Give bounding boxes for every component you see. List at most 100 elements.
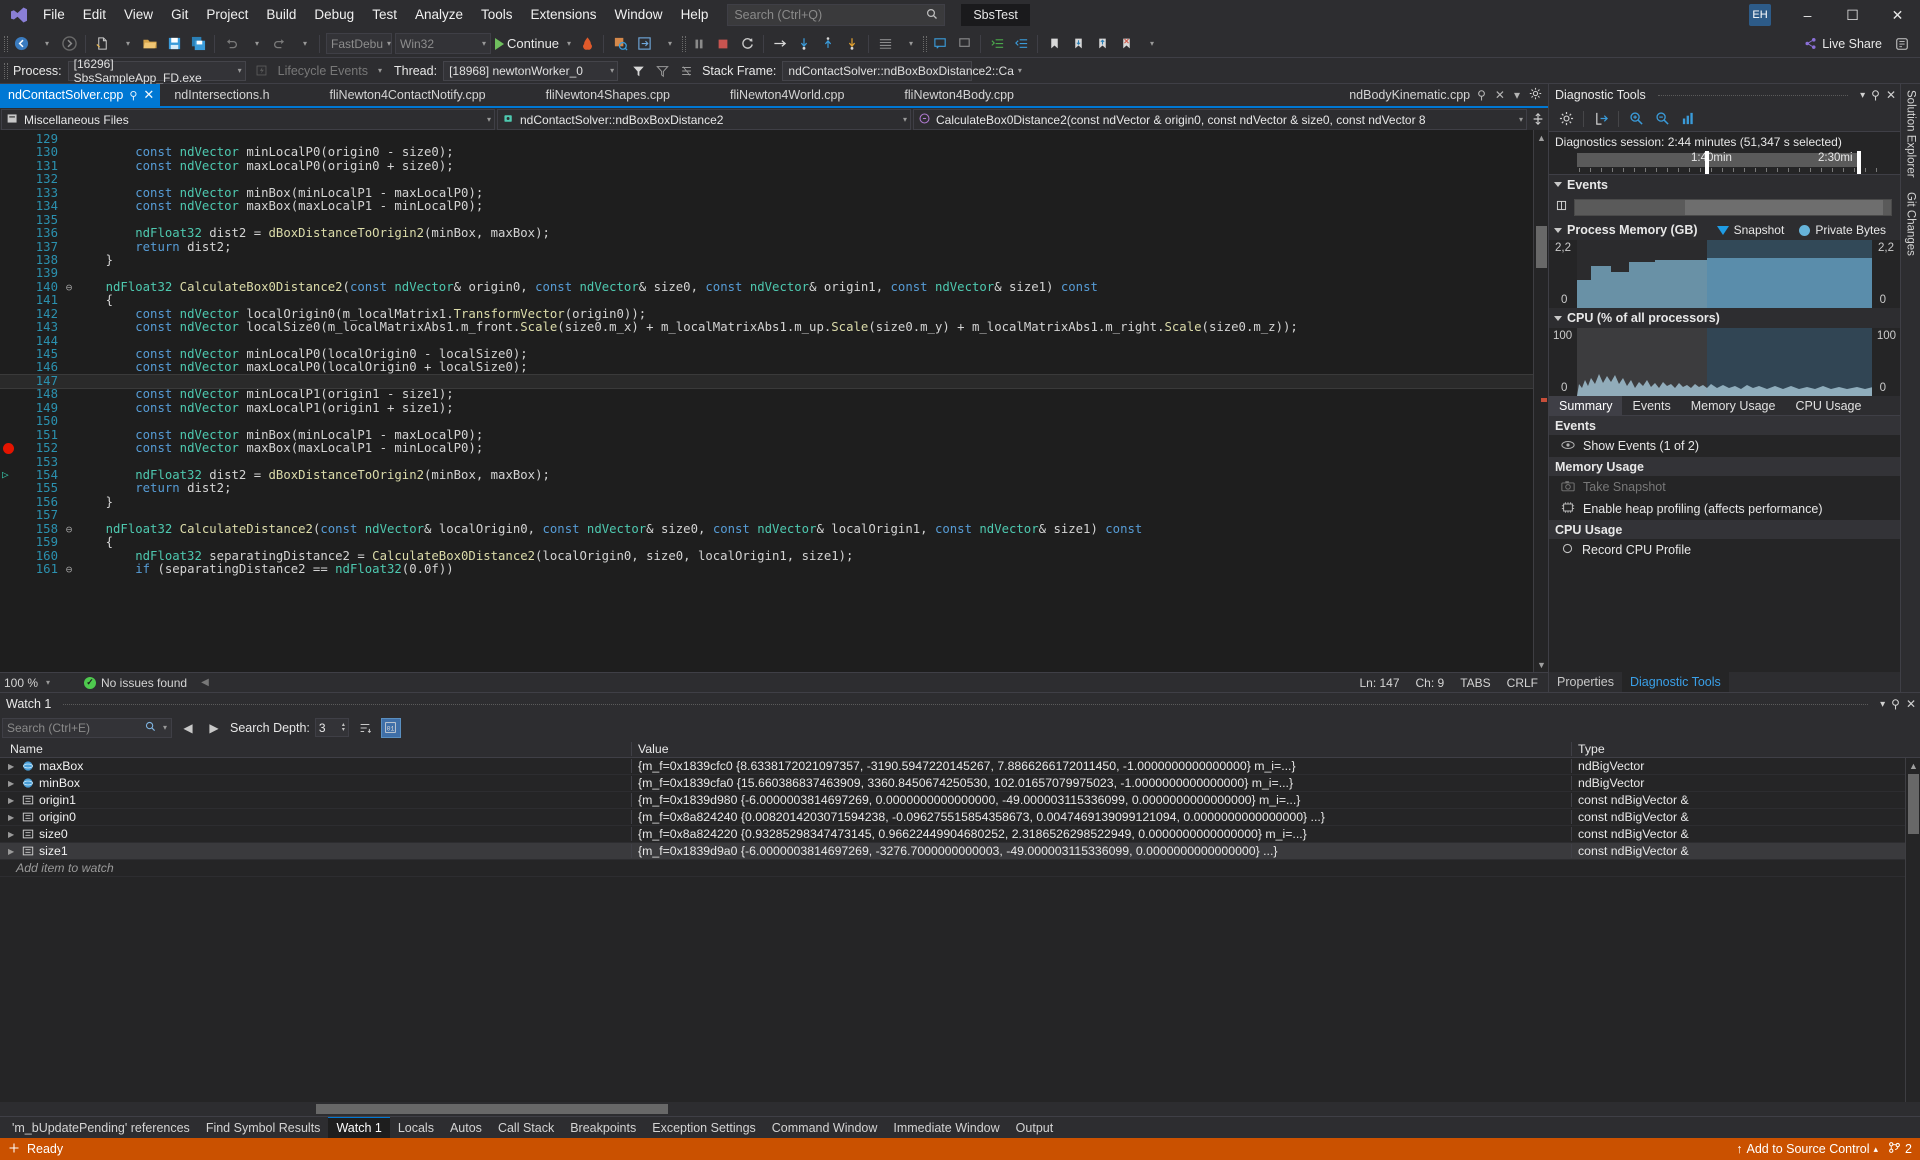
vtab-git-changes[interactable]: Git Changes bbox=[1905, 192, 1917, 256]
process-combo[interactable]: [16296] SbsSampleApp_FD.exe ▾ bbox=[67, 57, 246, 85]
toolbar-grip[interactable] bbox=[2, 34, 9, 54]
scrollbar-thumb[interactable] bbox=[1536, 226, 1547, 268]
navigate-forward-icon[interactable] bbox=[57, 32, 81, 56]
menu-item-edit[interactable]: Edit bbox=[74, 3, 115, 27]
fold-marker[interactable] bbox=[62, 442, 76, 455]
solution-platform-combo[interactable]: Win32 ▾ bbox=[395, 33, 491, 54]
continue-button[interactable]: Continue ▾ bbox=[491, 32, 575, 56]
search-previous-icon[interactable]: ◀ bbox=[178, 718, 198, 738]
code-line[interactable]: 138 } bbox=[0, 253, 1533, 267]
comment-selection-icon[interactable] bbox=[928, 32, 952, 56]
tab-flinewton4shapes-cpp[interactable]: fliNewton4Shapes.cpp bbox=[515, 84, 701, 106]
save-all-icon[interactable] bbox=[186, 32, 210, 56]
redo-dropdown-icon[interactable]: ▾ bbox=[291, 32, 315, 56]
tab-label-ndbodykinematic-cpp[interactable]: ndBodyKinematic.cpp bbox=[1349, 88, 1470, 102]
bottom-tab-find-symbol-results[interactable]: Find Symbol Results bbox=[198, 1117, 329, 1139]
code-line[interactable]: 159 { bbox=[0, 535, 1533, 549]
fold-marker[interactable] bbox=[62, 294, 76, 307]
footer-tab-diagnostic-tools[interactable]: Diagnostic Tools bbox=[1621, 672, 1729, 692]
code-line[interactable]: 161 ⊖ if (separatingDistance2 == ndFloat3… bbox=[0, 562, 1533, 576]
fold-marker[interactable] bbox=[62, 469, 76, 482]
line-numbers-icon[interactable] bbox=[873, 32, 897, 56]
summary-item-record-cpu-profile[interactable]: Record CPU Profile bbox=[1549, 539, 1900, 561]
table-row[interactable]: ▶ origin1 {m_f=0x1839d980 {-6.000000381469… bbox=[0, 792, 1905, 809]
sort-columns-icon[interactable] bbox=[355, 718, 375, 738]
zoom-in-icon[interactable] bbox=[1624, 108, 1648, 130]
code-line[interactable]: 146 const ndVector maxLocalP0(localOrigi… bbox=[0, 360, 1533, 374]
save-icon[interactable] bbox=[162, 32, 186, 56]
menu-item-analyze[interactable]: Analyze bbox=[406, 3, 472, 27]
fold-marker[interactable] bbox=[62, 375, 76, 388]
menu-item-help[interactable]: Help bbox=[672, 3, 718, 27]
diagnostics-memory-section-header[interactable]: Process Memory (GB) Snapshot Private Byt… bbox=[1549, 220, 1900, 240]
clear-bookmarks-icon[interactable] bbox=[1114, 32, 1138, 56]
toggle-bookmark-icon[interactable] bbox=[1042, 32, 1066, 56]
add-watch-item-row[interactable]: Add item to watch bbox=[0, 860, 1905, 877]
bottom-tab-output[interactable]: Output bbox=[1008, 1117, 1062, 1139]
debugbar-grip[interactable] bbox=[2, 61, 9, 81]
breakpoint-gutter[interactable] bbox=[0, 550, 22, 563]
step-out-icon[interactable] bbox=[816, 32, 840, 56]
thread-combo[interactable]: [18968] newtonWorker_0 ▾ bbox=[443, 60, 619, 81]
watch-name-cell[interactable]: ▶ size0 bbox=[0, 827, 632, 841]
breakpoint-gutter[interactable] bbox=[0, 456, 22, 469]
breakpoint-gutter[interactable] bbox=[0, 335, 22, 348]
pin-icon[interactable]: ⚲ bbox=[1871, 88, 1880, 102]
zoom-level-combo[interactable]: 100 % ▾ bbox=[4, 676, 74, 690]
diagnostics-cpu-section-header[interactable]: CPU (% of all processors) bbox=[1549, 308, 1900, 328]
column-header-value[interactable]: Value bbox=[632, 741, 1572, 756]
code-line[interactable]: 157 bbox=[0, 508, 1533, 522]
close-icon[interactable]: ✕ bbox=[1886, 88, 1896, 102]
menu-item-debug[interactable]: Debug bbox=[305, 3, 363, 27]
tab-flinewton4world-cpp[interactable]: fliNewton4World.cpp bbox=[700, 84, 875, 106]
breakpoint-gutter[interactable] bbox=[0, 321, 22, 334]
expander-triangle-icon[interactable]: ▶ bbox=[8, 779, 16, 788]
live-share-button[interactable]: Live Share bbox=[1796, 32, 1890, 56]
code-line[interactable]: 142 const ndVector localOrigin0(m_localM… bbox=[0, 307, 1533, 321]
code-line[interactable]: 147 bbox=[0, 373, 1533, 390]
code-line[interactable]: 132 bbox=[0, 172, 1533, 186]
events-track[interactable] bbox=[1574, 198, 1892, 216]
expander-triangle-icon[interactable]: ▶ bbox=[8, 847, 16, 856]
fold-marker[interactable]: ⊖ bbox=[62, 523, 76, 536]
watch-value-cell[interactable]: {m_f=0x8a824220 {0.93285298347473145, 0.… bbox=[632, 827, 1572, 841]
issues-prev-icon[interactable]: ◀ bbox=[201, 677, 209, 688]
watch-name-cell[interactable]: ▶ size1 bbox=[0, 844, 632, 858]
footer-tab-properties[interactable]: Properties bbox=[1549, 672, 1622, 692]
code-line[interactable]: 151 const ndVector minBox(minLocalP1 - m… bbox=[0, 428, 1533, 442]
watch-value-cell[interactable]: {m_f=0x1839cfa0 {15.660386837463909, 336… bbox=[632, 776, 1572, 790]
member-combo[interactable]: CalculateBox0Distance2(const ndVector & … bbox=[913, 109, 1527, 130]
quick-launch-search[interactable]: Search (Ctrl+Q) bbox=[727, 4, 946, 26]
menu-item-test[interactable]: Test bbox=[363, 3, 406, 27]
fold-marker[interactable] bbox=[62, 173, 76, 186]
code-line[interactable]: 160 ndFloat32 separatingDistance2 = Calc… bbox=[0, 549, 1533, 563]
fold-marker[interactable] bbox=[62, 187, 76, 200]
navigate-backward-icon[interactable] bbox=[9, 32, 33, 56]
breakpoint-gutter[interactable] bbox=[0, 563, 22, 576]
breakpoint-gutter[interactable]: ▷ bbox=[0, 468, 22, 482]
fold-marker[interactable] bbox=[62, 227, 76, 240]
scroll-up-icon[interactable]: ▲ bbox=[1534, 130, 1549, 145]
decrease-indent-icon[interactable] bbox=[1009, 32, 1033, 56]
expander-triangle-icon[interactable] bbox=[1554, 315, 1562, 321]
watch-value-cell[interactable]: {m_f=0x1839cfc0 {8.6338172021097357, -31… bbox=[632, 759, 1572, 773]
bottom-tab-exception-settings[interactable]: Exception Settings bbox=[644, 1117, 764, 1139]
breakpoint-gutter[interactable] bbox=[0, 241, 22, 254]
issues-indicator[interactable]: ✓ No issues found bbox=[84, 676, 187, 690]
increase-indent-icon[interactable] bbox=[985, 32, 1009, 56]
gear-icon[interactable] bbox=[1527, 87, 1544, 103]
open-file-icon[interactable] bbox=[138, 32, 162, 56]
step-into-icon[interactable] bbox=[792, 32, 816, 56]
code-line[interactable]: 137 return dist2; bbox=[0, 240, 1533, 254]
column-header-type[interactable]: Type bbox=[1572, 742, 1920, 756]
column-header-name[interactable]: Name bbox=[0, 741, 632, 756]
watch-value-cell[interactable]: {m_f=0x1839d980 {-6.0000003814697269, 0.… bbox=[632, 793, 1572, 807]
code-line[interactable]: 130 const ndVector minLocalP0(origin0 - … bbox=[0, 145, 1533, 159]
fold-marker[interactable] bbox=[62, 482, 76, 495]
breakpoint-gutter[interactable] bbox=[0, 496, 22, 509]
close-icon[interactable]: ✕ bbox=[1493, 88, 1507, 102]
avatar[interactable]: EH bbox=[1749, 4, 1771, 26]
breakpoint-gutter[interactable] bbox=[0, 442, 22, 455]
attach-to-process-icon[interactable] bbox=[608, 32, 632, 56]
redo-icon[interactable] bbox=[267, 32, 291, 56]
